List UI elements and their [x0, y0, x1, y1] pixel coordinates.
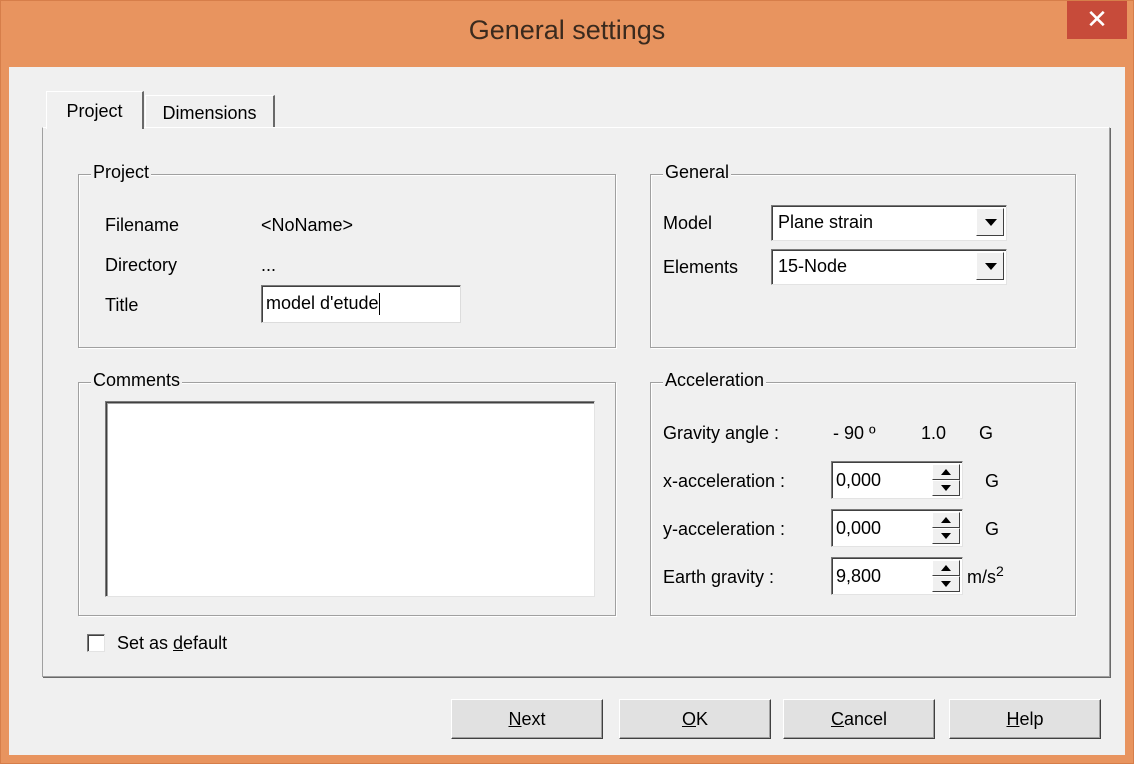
- title-bar[interactable]: General settings ✕: [1, 1, 1133, 67]
- arrow-up-icon: [941, 469, 951, 475]
- earth-gravity-unit-base: m/s: [967, 567, 996, 587]
- general-group: General Model Plane strain Elements 15-N…: [650, 162, 1076, 348]
- earth-gravity-decrement-button[interactable]: [932, 576, 960, 592]
- model-label: Model: [663, 213, 713, 233]
- earth-gravity-label: Earth gravity :: [663, 567, 775, 587]
- comments-group: Comments: [78, 370, 616, 616]
- elements-label: Elements: [663, 257, 739, 277]
- y-acceleration-increment-button[interactable]: [932, 512, 960, 528]
- x-acceleration-spin-buttons: [932, 464, 960, 496]
- help-button-label: elp: [1019, 709, 1044, 729]
- earth-gravity-unit-exponent: 2: [996, 563, 1004, 579]
- x-acceleration-value: 0,000: [836, 470, 882, 490]
- chevron-down-icon: [985, 263, 997, 270]
- arrow-down-icon: [941, 533, 951, 539]
- dialog-client-area: Project Dimensions Project Filename <NoN…: [9, 67, 1125, 755]
- directory-value: ...: [261, 255, 277, 275]
- arrow-down-icon: [941, 581, 951, 587]
- set-as-default-checkbox[interactable]: [87, 634, 105, 652]
- cancel-button-label: ancel: [843, 709, 888, 729]
- chevron-down-icon: [985, 219, 997, 226]
- gravity-angle-value: - 90 º: [833, 423, 876, 443]
- tab-panel-project: Project Filename <NoName> Directory ... …: [42, 127, 1110, 677]
- elements-select[interactable]: 15-Node: [771, 249, 1007, 285]
- acceleration-group: Acceleration Gravity angle : - 90 º 1.0 …: [650, 370, 1076, 616]
- y-acceleration-spin-buttons: [932, 512, 960, 544]
- x-acceleration-stepper[interactable]: 0,000: [831, 461, 963, 499]
- model-select[interactable]: Plane strain: [771, 205, 1007, 241]
- earth-gravity-stepper[interactable]: 9,800: [831, 557, 963, 595]
- filename-label: Filename: [105, 215, 180, 235]
- model-dropdown-button[interactable]: [976, 208, 1004, 236]
- help-button-mnemonic: H: [1006, 709, 1020, 729]
- tab-project[interactable]: Project: [46, 91, 144, 129]
- arrow-up-icon: [941, 565, 951, 571]
- title-input-value: model d'etude: [266, 293, 379, 313]
- next-button-mnemonic: N: [508, 709, 522, 729]
- set-as-default-label-mnemonic: d: [173, 633, 184, 653]
- x-acceleration-increment-button[interactable]: [932, 464, 960, 480]
- project-group-legend: Project: [91, 162, 152, 183]
- ok-button-label: K: [696, 709, 709, 729]
- ok-button-mnemonic: O: [681, 709, 696, 729]
- close-icon[interactable]: ✕: [1067, 1, 1127, 39]
- earth-gravity-increment-button[interactable]: [932, 560, 960, 576]
- elements-select-value: 15-Node: [778, 256, 848, 276]
- help-button[interactable]: Help: [949, 699, 1101, 739]
- y-acceleration-decrement-button[interactable]: [932, 528, 960, 544]
- arrow-down-icon: [941, 485, 951, 491]
- set-as-default-label[interactable]: Set as default: [117, 633, 227, 654]
- tab-dimensions[interactable]: Dimensions: [145, 95, 275, 129]
- elements-dropdown-button[interactable]: [976, 252, 1004, 280]
- y-acceleration-stepper[interactable]: 0,000: [831, 509, 963, 547]
- x-acceleration-decrement-button[interactable]: [932, 480, 960, 496]
- next-button-label: ext: [521, 709, 546, 729]
- dialog-window: General settings ✕ Project Dimensions Pr…: [0, 0, 1134, 764]
- window-title: General settings: [468, 15, 666, 45]
- arrow-up-icon: [941, 517, 951, 523]
- y-acceleration-label: y-acceleration :: [663, 519, 786, 539]
- x-acceleration-unit: G: [985, 471, 1000, 491]
- earth-gravity-unit: m/s2: [967, 563, 1004, 588]
- set-as-default-label-pre: Set as: [117, 633, 174, 653]
- x-acceleration-label: x-acceleration :: [663, 471, 786, 491]
- comments-group-legend: Comments: [91, 370, 183, 391]
- gravity-g-value: 1.0: [921, 423, 947, 443]
- acceleration-group-legend: Acceleration: [663, 370, 767, 391]
- model-select-value: Plane strain: [778, 212, 874, 232]
- project-group: Project Filename <NoName> Directory ... …: [78, 162, 616, 348]
- gravity-angle-label: Gravity angle :: [663, 423, 780, 443]
- directory-label: Directory: [105, 255, 178, 275]
- title-label: Title: [105, 295, 139, 315]
- y-acceleration-unit: G: [985, 519, 1000, 539]
- cancel-button[interactable]: Cancel: [783, 699, 935, 739]
- general-group-legend: General: [663, 162, 732, 183]
- next-button[interactable]: Next: [451, 699, 603, 739]
- earth-gravity-spin-buttons: [932, 560, 960, 592]
- earth-gravity-value: 9,800: [836, 566, 882, 586]
- gravity-unit: G: [979, 423, 994, 443]
- set-as-default-label-post: efault: [183, 633, 228, 653]
- title-input[interactable]: model d'etude: [261, 285, 461, 323]
- comments-textarea[interactable]: [105, 401, 595, 597]
- cancel-button-mnemonic: C: [830, 709, 844, 729]
- y-acceleration-value: 0,000: [836, 518, 882, 538]
- ok-button[interactable]: OK: [619, 699, 771, 739]
- filename-value: <NoName>: [261, 215, 354, 235]
- text-cursor: [378, 293, 380, 316]
